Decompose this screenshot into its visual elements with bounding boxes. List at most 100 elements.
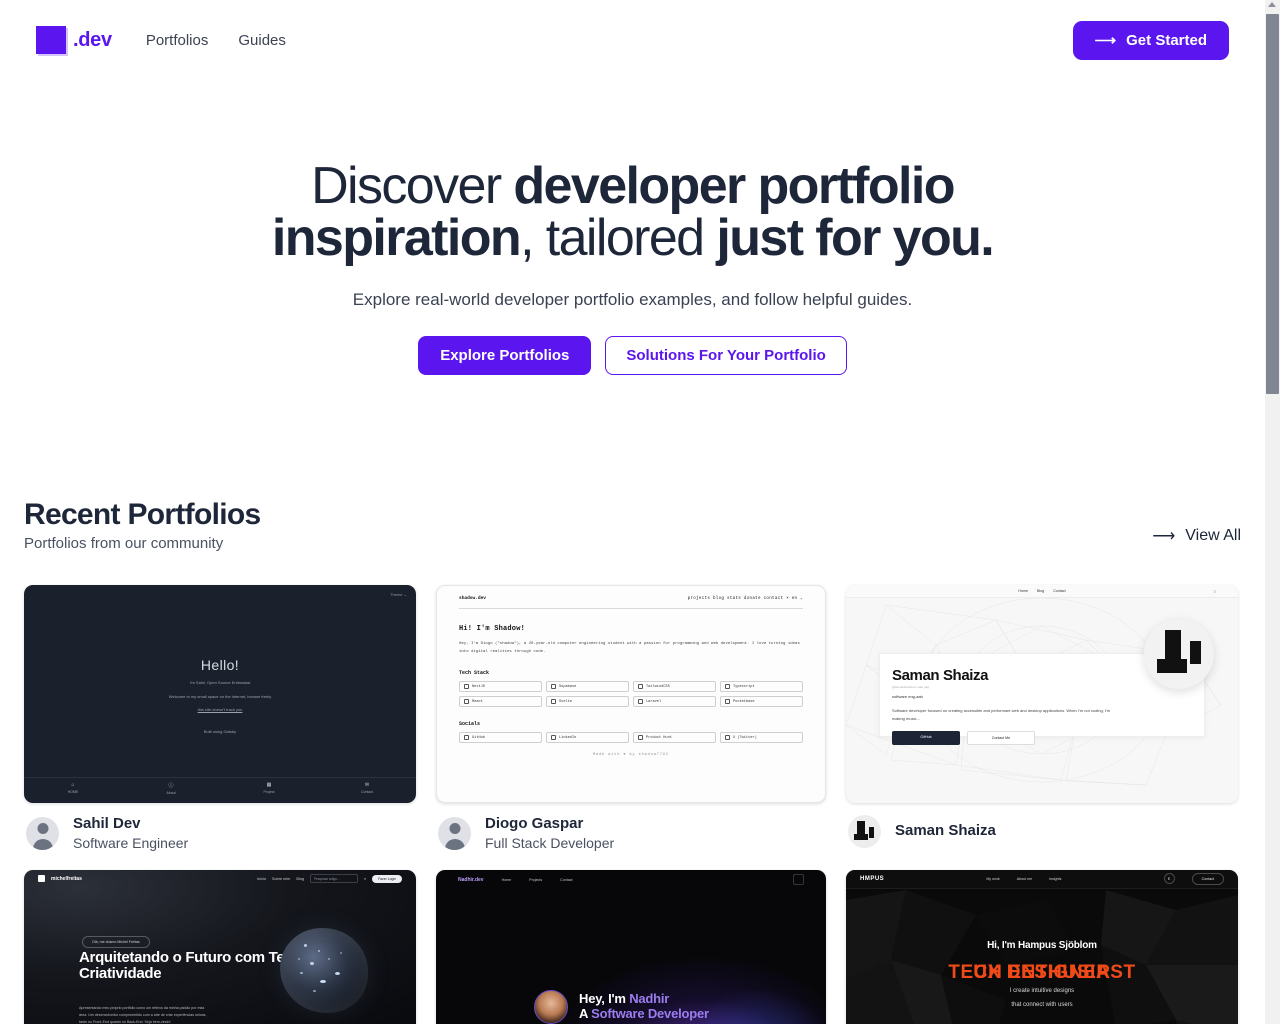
thumb-nav-label: HOME bbox=[67, 790, 79, 794]
tech-chip: NextJS bbox=[459, 681, 542, 692]
view-all-link[interactable]: ⟶ View All bbox=[1152, 526, 1241, 552]
thumb-line-4: Built using Gatsby bbox=[203, 728, 237, 734]
mail-icon: ✉ bbox=[364, 782, 370, 788]
thumb-logo: HMPUS bbox=[860, 875, 885, 882]
thumb-topbar: shadow.dev projects blog stats donate co… bbox=[459, 586, 803, 609]
thumb-title: software eng-aah bbox=[892, 694, 923, 699]
thumb-login-button: Fazer Login bbox=[372, 874, 402, 883]
product-hunt-icon bbox=[638, 735, 643, 740]
avatar-body bbox=[32, 838, 53, 850]
thumb-line-1: I'm Sahil, Open Source Enthusiast bbox=[189, 680, 251, 685]
thumb-menu-sobre: Sobre mim bbox=[271, 876, 291, 881]
thumb-github-button: GitHub bbox=[892, 731, 960, 746]
explore-portfolios-button[interactable]: Explore Portfolios bbox=[418, 336, 592, 375]
vertical-scrollbar[interactable] bbox=[1265, 0, 1280, 1024]
portfolio-card[interactable]: Home Blog Contact ☽ Saman Shaiza @samans… bbox=[846, 585, 1238, 870]
avatar-head bbox=[37, 822, 48, 834]
nav-link-portfolios[interactable]: Portfolios bbox=[146, 32, 209, 49]
thumb-bio: Hey, I'm Diogo ("shadow"), a 20-year-old… bbox=[459, 642, 800, 654]
avatar-logo-shape-3 bbox=[869, 827, 874, 838]
thumb-logo-icon bbox=[38, 875, 45, 883]
grid-icon: ▦ bbox=[266, 782, 272, 788]
card-author: Saman Shaiza bbox=[846, 803, 1238, 866]
portfolio-grid: Theme ⌄ Hello! I'm Sahil, Open Source En… bbox=[24, 585, 1242, 1024]
language-icon: E bbox=[1163, 873, 1175, 885]
tech-icon bbox=[725, 699, 730, 704]
heading-l2-a: A bbox=[579, 1005, 592, 1021]
portfolio-thumbnail[interactable]: shadow.dev projects blog stats donate co… bbox=[436, 585, 826, 803]
author-text: Sahil Dev Software Engineer bbox=[73, 815, 188, 852]
social-chip-x: X (Twitter) bbox=[720, 732, 803, 743]
theme-toggle-icon bbox=[793, 874, 804, 886]
thumb-topbar: Home Blog Contact ☽ bbox=[846, 585, 1238, 598]
thumb-footer: Made with ♥ by shadow7792 bbox=[593, 753, 669, 757]
thumb-heading: Hi! I'm Shadow! bbox=[459, 625, 526, 633]
thumb-big-text-2: UX DESIGNER bbox=[973, 961, 1111, 983]
card-author: Diogo Gaspar Full Stack Developer bbox=[436, 803, 826, 870]
thumb-nav-label: Contact bbox=[360, 790, 374, 794]
portfolio-card[interactable]: michelfreitas Início Sobre mim Blog Pesq… bbox=[24, 869, 416, 1024]
portfolio-card[interactable]: Theme ⌄ Hello! I'm Sahil, Open Source En… bbox=[24, 585, 416, 870]
thumb-menu-home: Home bbox=[501, 877, 512, 882]
github-icon bbox=[464, 735, 469, 740]
scrollbar-thumb[interactable] bbox=[1266, 14, 1279, 394]
hero-buttons: Explore Portfolios Solutions For Your Po… bbox=[0, 336, 1265, 375]
portfolio-card[interactable]: Nadhir.dev Home Projects Contact Hey, I'… bbox=[436, 869, 826, 1024]
tech-icon bbox=[638, 684, 643, 689]
section-title-group: Recent Portfolios Portfolios from our co… bbox=[24, 498, 261, 552]
author-role: Software Engineer bbox=[73, 834, 189, 851]
portfolio-thumbnail[interactable]: Home Blog Contact ☽ Saman Shaiza @samans… bbox=[846, 585, 1238, 803]
x-icon bbox=[725, 735, 730, 740]
tech-chip: Svelte bbox=[546, 696, 629, 707]
thumb-center-block: Hello! I'm Sahil, Open Source Enthusiast… bbox=[24, 657, 416, 735]
thumb-nav-label: About bbox=[166, 791, 176, 795]
thumb-topbar: HMPUS My work About me Insights E Contac… bbox=[846, 869, 1238, 889]
thumb-hero-row: Hey, I'm Nadhir A Software Developer bbox=[534, 989, 709, 1024]
thumb-nav-label: Project bbox=[263, 790, 275, 794]
thumb-menu-blog: Blog bbox=[296, 876, 304, 881]
recent-portfolios-section: Recent Portfolios Portfolios from our co… bbox=[0, 498, 1265, 552]
tech-chip: Typescript bbox=[720, 681, 803, 692]
arrow-right-icon: ⟶ bbox=[1094, 31, 1117, 49]
scroll-up-arrow-icon[interactable] bbox=[1268, 2, 1276, 7]
tech-icon bbox=[464, 699, 469, 704]
social-chip-github: GitHub bbox=[459, 732, 542, 743]
thumb-line-3: this site doesn't track you bbox=[197, 707, 243, 713]
tech-chip: React bbox=[459, 696, 542, 707]
tech-icon bbox=[638, 699, 643, 704]
portfolio-thumbnail[interactable]: michelfreitas Início Sobre mim Blog Pesq… bbox=[24, 869, 416, 1024]
tech-icon bbox=[725, 684, 730, 689]
thumb-nav-item-home: ⌂ HOME bbox=[24, 778, 122, 803]
thumb-buttons: GitHub Contact Me bbox=[892, 731, 1192, 746]
thumb-logo: shadow.dev bbox=[459, 595, 487, 601]
portfolio-thumbnail[interactable]: Nadhir.dev Home Projects Contact Hey, I'… bbox=[436, 869, 826, 1024]
thumb-nav-item-project: ▦ Project bbox=[220, 778, 318, 803]
heading-l2-b: Software Developer bbox=[591, 1005, 709, 1021]
thumb-menu-contact: Contact bbox=[560, 877, 573, 882]
thumb-badge: Olá, me chamo Michel Freitas bbox=[82, 935, 150, 948]
search-icon: ⌕ bbox=[363, 876, 367, 881]
view-all-label: View All bbox=[1185, 527, 1241, 544]
tech-chip: Pocketbase bbox=[720, 696, 803, 707]
thumb-nav-item-about: ⓘ About bbox=[122, 778, 220, 803]
thumb-menu-inicio: Início bbox=[256, 876, 266, 881]
get-started-button[interactable]: ⟶ Get Started bbox=[1072, 20, 1229, 60]
brand-name: .dev bbox=[73, 28, 112, 51]
heading-l1-a: Hey, I'm bbox=[579, 991, 630, 1007]
thumb-sub-2: that connect with users bbox=[1011, 1001, 1073, 1008]
brand-logo[interactable]: .dev bbox=[36, 26, 112, 54]
thumb-heading: Hi, I'm Hampus Sjöblom bbox=[987, 939, 1097, 951]
hero-title-p1: Discover bbox=[311, 157, 514, 215]
portfolio-card[interactable]: HMPUS My work About me Insights E Contac… bbox=[846, 869, 1238, 1024]
portfolio-thumbnail[interactable]: Theme ⌄ Hello! I'm Sahil, Open Source En… bbox=[24, 585, 416, 803]
thumb-heading: Hey, I'm Nadhir A Software Developer bbox=[579, 992, 709, 1021]
nav-link-guides[interactable]: Guides bbox=[238, 32, 286, 49]
moon-icon: ☽ bbox=[1212, 588, 1216, 594]
portfolio-thumbnail[interactable]: HMPUS My work About me Insights E Contac… bbox=[846, 869, 1238, 1024]
tech-chip: Supabase bbox=[546, 681, 629, 692]
avatar-head bbox=[449, 822, 460, 834]
tech-stack-label: Tech Stack bbox=[459, 670, 490, 676]
get-started-label: Get Started bbox=[1126, 31, 1207, 49]
solutions-button[interactable]: Solutions For Your Portfolio bbox=[605, 336, 847, 375]
portfolio-card[interactable]: shadow.dev projects blog stats donate co… bbox=[436, 585, 826, 870]
